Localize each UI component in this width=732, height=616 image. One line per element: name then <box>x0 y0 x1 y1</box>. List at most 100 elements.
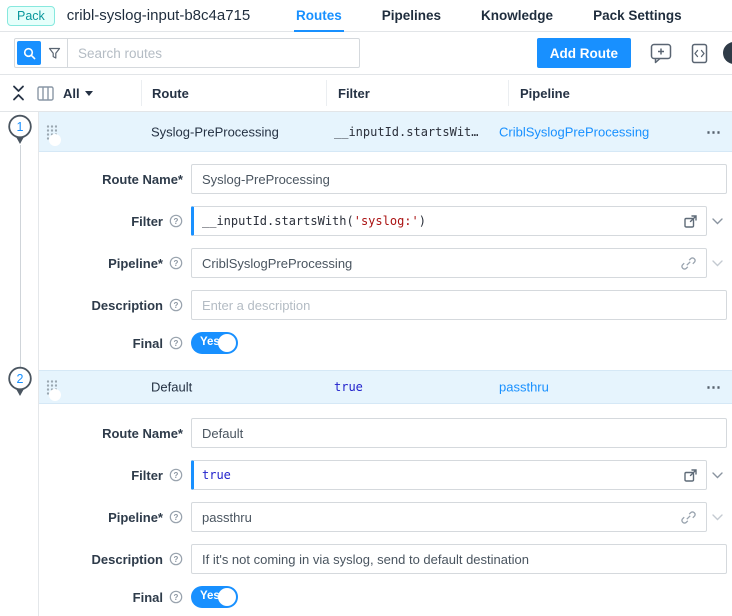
column-header-pipeline: Pipeline <box>520 75 570 111</box>
svg-text:2: 2 <box>17 372 24 386</box>
more-menu-icon[interactable]: ⋯ <box>706 123 722 141</box>
tab-pack-settings[interactable]: Pack Settings <box>591 0 684 32</box>
link-icon[interactable] <box>681 256 696 271</box>
chevron-down-icon[interactable] <box>707 514 727 521</box>
more-menu-icon[interactable]: ⋯ <box>706 378 722 396</box>
chevron-down-icon[interactable] <box>707 218 727 225</box>
filter-label: Filter <box>131 468 163 483</box>
svg-text:1: 1 <box>17 120 24 134</box>
route-filter-cell: true <box>334 380 492 394</box>
pipeline-value: passthru <box>202 510 681 525</box>
description-label: Description <box>91 298 163 313</box>
routes-table-header: All Route Filter Pipeline <box>0 75 732 112</box>
route-pipeline-link[interactable]: passthru <box>499 380 549 395</box>
svg-text:?: ? <box>174 555 179 564</box>
column-header-filter: Filter <box>338 75 370 111</box>
route-name-cell: Default <box>151 380 192 395</box>
pipeline-label: Pipeline* <box>108 510 163 525</box>
chevron-down-icon[interactable] <box>707 472 727 479</box>
svg-text:?: ? <box>174 593 179 602</box>
route-form-default: Route Name* Filter ? true <box>39 404 732 616</box>
route-name-row: Route Name* <box>39 418 732 448</box>
columns-icon[interactable] <box>37 86 54 101</box>
chevron-down-icon[interactable] <box>707 260 727 267</box>
route-row-syslog-preprocessing[interactable]: Syslog-PreProcessing __inputId.startsWit… <box>39 112 732 152</box>
pack-badge: Pack <box>7 6 55 26</box>
description-label: Description <box>91 552 163 567</box>
tab-pipelines[interactable]: Pipelines <box>380 0 443 32</box>
tab-knowledge[interactable]: Knowledge <box>479 0 555 32</box>
filter-row: Filter ? true <box>39 460 732 490</box>
pipeline-select[interactable]: passthru <box>191 502 707 532</box>
caret-down-icon <box>85 91 93 96</box>
pipeline-value: CriblSyslogPreProcessing <box>202 256 681 271</box>
route-number-pin-2: 2 <box>7 366 33 398</box>
filter-funnel-icon[interactable] <box>41 39 67 67</box>
pipeline-row: Pipeline* ? passthru <box>39 502 732 532</box>
description-row: Description ? <box>39 290 732 320</box>
search-group <box>14 38 360 68</box>
collapse-all-icon[interactable] <box>12 85 25 101</box>
svg-text:?: ? <box>174 259 179 268</box>
route-name-input[interactable] <box>191 418 727 448</box>
toolbar-actions: Add Route <box>537 38 732 68</box>
column-separator <box>141 80 142 106</box>
description-input[interactable] <box>191 290 727 320</box>
group-filter-dropdown[interactable]: All <box>63 86 93 101</box>
route-number-pin-1: 1 <box>7 114 33 146</box>
routes-toolbar: Add Route <box>0 32 732 75</box>
description-row: Description ? <box>39 544 732 574</box>
svg-text:?: ? <box>174 217 179 226</box>
route-form-syslog-preprocessing: Route Name* Filter ? __inputId.startsWit… <box>39 152 732 370</box>
final-label: Final <box>133 336 163 351</box>
filter-label: Filter <box>131 214 163 229</box>
feedback-comment-plus-icon[interactable] <box>650 43 672 64</box>
final-toggle[interactable]: Yes <box>191 332 238 354</box>
svg-text:?: ? <box>174 301 179 310</box>
search-icon[interactable] <box>17 41 41 65</box>
help-question-icon[interactable]: ? <box>169 552 183 566</box>
filter-expression-text: __inputId.startsWith('syslog:') <box>202 214 683 228</box>
routes-list: 1 2 Syslog-PreProcessing __inputId.start… <box>38 112 732 616</box>
route-connector-line <box>20 145 21 367</box>
filter-expression-input[interactable]: __inputId.startsWith('syslog:') <box>191 206 707 236</box>
final-row: Final ? Yes <box>39 332 732 354</box>
final-toggle-label: Yes <box>200 590 220 602</box>
top-bar: Pack cribl-syslog-input-b8c4a715 Routes … <box>0 0 732 32</box>
column-separator <box>326 80 327 106</box>
help-question-icon[interactable]: ? <box>169 510 183 524</box>
route-name-label: Route Name* <box>39 426 191 441</box>
route-name-row: Route Name* <box>39 164 732 194</box>
filter-row: Filter ? __inputId.startsWith('syslog:') <box>39 206 732 236</box>
expand-editor-icon[interactable] <box>683 214 698 229</box>
help-question-icon[interactable]: ? <box>169 298 183 312</box>
link-icon[interactable] <box>681 510 696 525</box>
pipeline-row: Pipeline* ? CriblSyslogPreProcessing <box>39 248 732 278</box>
route-name-input[interactable] <box>191 164 727 194</box>
route-row-default[interactable]: Default true passthru ⋯ <box>39 370 732 404</box>
pipeline-label: Pipeline* <box>108 256 163 271</box>
tab-routes[interactable]: Routes <box>294 0 344 32</box>
description-input[interactable] <box>191 544 727 574</box>
route-pipeline-link[interactable]: CriblSyslogPreProcessing <box>499 124 649 139</box>
help-question-icon[interactable]: ? <box>169 256 183 270</box>
svg-text:?: ? <box>174 513 179 522</box>
help-question-icon[interactable]: ? <box>169 214 183 228</box>
svg-text:?: ? <box>174 339 179 348</box>
help-question-icon[interactable]: ? <box>169 336 183 350</box>
search-routes-input[interactable] <box>68 40 359 66</box>
route-name-label: Route Name* <box>39 172 191 187</box>
add-route-button[interactable]: Add Route <box>537 38 631 68</box>
expand-editor-icon[interactable] <box>683 468 698 483</box>
help-question-icon[interactable]: ? <box>169 468 183 482</box>
help-question-icon[interactable]: ? <box>169 590 183 604</box>
code-document-icon[interactable] <box>691 43 708 64</box>
filter-expression-input[interactable]: true <box>191 460 707 490</box>
route-filter-cell: __inputId.startsWit… <box>334 125 492 139</box>
pipeline-select[interactable]: CriblSyslogPreProcessing <box>191 248 707 278</box>
page-title: cribl-syslog-input-b8c4a715 <box>67 7 250 24</box>
group-filter-label: All <box>63 86 80 101</box>
column-header-route: Route <box>152 75 189 111</box>
final-toggle[interactable]: Yes <box>191 586 238 608</box>
column-separator <box>508 80 509 106</box>
